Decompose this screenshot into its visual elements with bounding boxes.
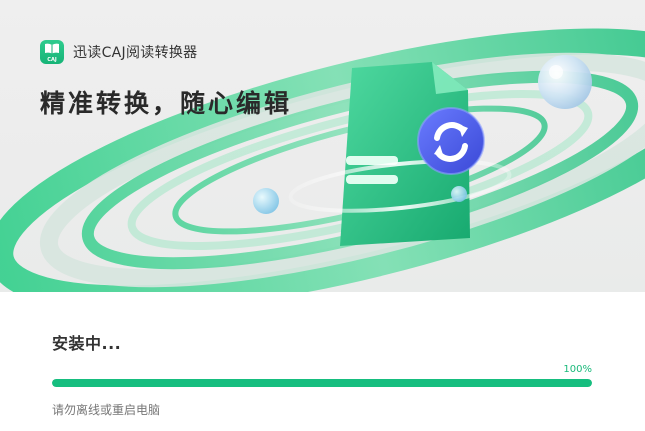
hero-banner: CAJ 迅读CAJ阅读转换器 精准转换，随心编辑	[0, 0, 645, 292]
hero-slogan: 精准转换，随心编辑	[40, 89, 293, 118]
install-hint: 请勿离线或重启电脑	[52, 403, 161, 417]
app-logo-icon: CAJ	[40, 40, 64, 64]
installer-window: CAJ 迅读CAJ阅读转换器 精准转换，随心编辑 安装中... 100% 请勿离…	[0, 0, 645, 431]
convert-refresh-icon	[417, 107, 485, 175]
bubble-large	[538, 55, 592, 109]
bubble-tiny	[451, 186, 467, 202]
app-title: 迅读CAJ阅读转换器	[73, 45, 198, 61]
logo-label: CAJ	[47, 57, 57, 63]
bubble-small	[253, 188, 279, 214]
progress-percent: 100%	[563, 364, 592, 375]
app-brand: CAJ 迅读CAJ阅读转换器	[40, 40, 197, 64]
install-status-title: 安装中...	[52, 334, 122, 353]
install-progress-bar	[52, 379, 592, 387]
progress-fill	[52, 379, 592, 387]
